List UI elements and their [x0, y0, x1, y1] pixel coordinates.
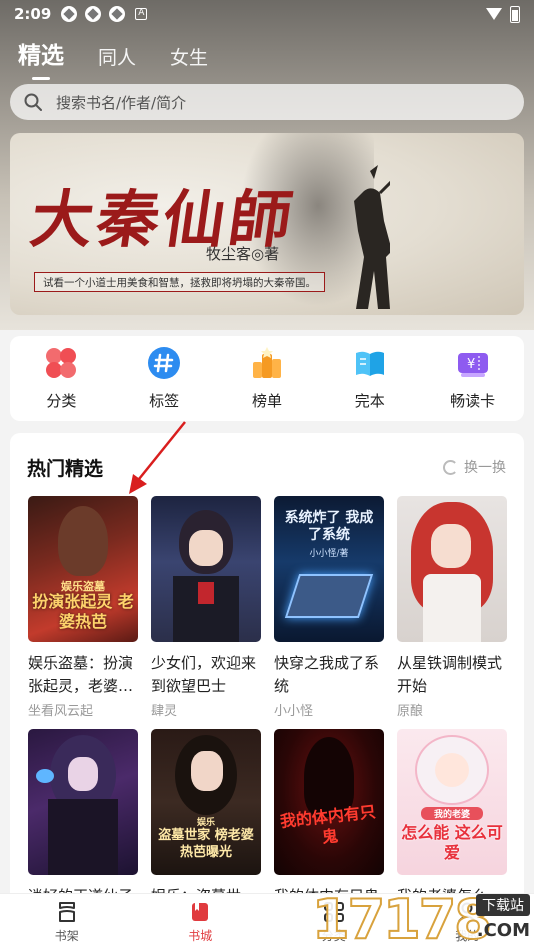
book-cover: 娱乐 盗墓世家 榜老婆热芭曝光 [151, 729, 261, 875]
book-cover: 娱乐盗墓 扮演张起灵 老婆热芭 [28, 496, 138, 642]
book-author: 小小怪 [274, 704, 314, 719]
nav-bookstore[interactable]: 书城 [160, 900, 240, 944]
book-card[interactable]: 从星铁调制模式开始 原酿 [397, 496, 507, 719]
cover-badge: 小小怪/著 [309, 549, 349, 559]
book-cover [28, 729, 138, 875]
book-cover [151, 496, 261, 642]
nav-category[interactable]: 分类 [294, 900, 374, 944]
book-cover: 系统炸了 我成了系统 小小怪/著 [274, 496, 384, 642]
a-badge-icon: A [135, 8, 148, 20]
book-author: 原酿 [397, 704, 424, 719]
book-title: 少女们，欢迎来到欲望巴士 [151, 654, 257, 695]
ticket-icon: ¥ [457, 353, 488, 377]
book-cover: 我的体内有只鬼 [274, 729, 384, 875]
cover-title: 盗墓世家 榜老婆热芭曝光 [158, 828, 254, 860]
character-face [431, 524, 471, 568]
status-time: 2:09 [14, 5, 52, 23]
bookshelf-icon [58, 902, 75, 922]
character-outfit [48, 799, 118, 875]
quick-item-label: 榜单 [251, 392, 282, 410]
ranking-icon [252, 347, 281, 378]
svg-text:¥: ¥ [467, 357, 475, 372]
cover-title: 我的体内有只鬼 [279, 802, 377, 847]
device-art [284, 574, 374, 618]
book-card[interactable]: 系统炸了 我成了系统 小小怪/著 快穿之我成了系统 小小怪 [274, 496, 384, 719]
character-face [191, 751, 223, 791]
quick-item-label: 畅读卡 [450, 392, 496, 410]
cover-title: 系统炸了 我成了系统 [284, 510, 374, 543]
refresh-label: 换一换 [464, 460, 506, 476]
quick-item-label: 分类 [46, 392, 77, 410]
hashtag-icon [148, 347, 181, 379]
hot-picks-section: 热门精选 换一换 娱乐盗墓 扮演张起灵 老婆热芭 娱乐盗墓：扮演张起灵，老婆… … [10, 433, 524, 928]
notification-icon [61, 6, 78, 22]
wifi-icon [486, 8, 502, 20]
cover-title: 怎么能 这么可爱 [401, 823, 503, 862]
tab-female[interactable]: 女生 [170, 43, 208, 70]
banner-author: 牧尘客◎著 [206, 245, 280, 263]
promo-banner[interactable]: 大秦仙師 牧尘客◎著 试看一个小道士用美食和智慧，拯救即将坍塌的大秦帝国。 [10, 133, 524, 315]
status-bar: 2:09 A [0, 0, 534, 28]
quick-item-tags[interactable]: 标签 [124, 346, 204, 411]
category-icon [46, 348, 77, 378]
book-card[interactable]: 娱乐盗墓 扮演张起灵 老婆热芭 娱乐盗墓：扮演张起灵，老婆… 坐看风云起 [28, 496, 138, 719]
butterfly-art [36, 769, 54, 783]
search-icon [24, 93, 42, 111]
bottom-navigation: 书架 书城 分类 我的 [0, 893, 534, 950]
open-book-icon [355, 351, 384, 376]
quick-item-ranking[interactable]: 榜单 [227, 346, 307, 411]
nav-profile[interactable]: 我的 [427, 900, 507, 944]
profile-icon [458, 902, 476, 922]
quick-item-completed[interactable]: 完本 [330, 346, 410, 411]
section-title: 热门精选 [27, 458, 104, 480]
search-input[interactable]: 搜索书名/作者/简介 [10, 84, 524, 120]
cover-title: 扮演张起灵 老婆热芭 [32, 592, 134, 631]
book-cover: 我的老婆 怎么能 这么可爱 [397, 729, 507, 875]
character-face [435, 753, 469, 787]
grid-icon [323, 902, 344, 922]
nav-label: 书城 [188, 929, 213, 943]
top-tabs: 精选 同人 女生 [18, 36, 208, 80]
quick-item-label: 完本 [354, 392, 385, 410]
quick-item-label: 标签 [149, 392, 180, 410]
bookstore-icon [192, 903, 209, 921]
search-placeholder: 搜索书名/作者/简介 [56, 93, 187, 112]
nav-label: 我的 [455, 929, 480, 943]
swordsman-silhouette-icon [354, 165, 390, 309]
notification-icon [85, 6, 102, 22]
refresh-button[interactable]: 换一换 [443, 457, 506, 477]
quick-item-category[interactable]: 分类 [21, 346, 101, 411]
battery-icon [510, 5, 520, 23]
book-author: 坐看风云起 [28, 704, 94, 719]
banner-tagline: 试看一个小道士用美食和智慧，拯救即将坍塌的大秦帝国。 [34, 272, 325, 292]
character-face [189, 530, 223, 566]
book-card[interactable]: 少女们，欢迎来到欲望巴士 肆灵 [151, 496, 261, 719]
book-title: 快穿之我成了系统 [274, 654, 380, 695]
book-title: 娱乐盗墓：扮演张起灵，老婆… [28, 654, 134, 695]
character-art [58, 506, 108, 576]
tab-fanfic[interactable]: 同人 [98, 43, 136, 70]
nav-bookshelf[interactable]: 书架 [27, 900, 107, 944]
book-author: 肆灵 [151, 704, 178, 719]
tab-featured[interactable]: 精选 [18, 36, 64, 80]
notification-icon [109, 6, 126, 22]
annotation-arrow-icon [129, 421, 186, 494]
book-title: 从星铁调制模式开始 [397, 654, 503, 695]
quick-menu: 分类 标签 榜单 完本 ¥ 畅读卡 [10, 336, 524, 421]
character-tie [198, 582, 214, 604]
nav-label: 书架 [54, 929, 79, 943]
cover-badge: 我的老婆 [421, 807, 483, 820]
refresh-icon [443, 459, 458, 475]
nav-label: 分类 [321, 929, 346, 943]
character-face [68, 757, 98, 791]
book-cover [397, 496, 507, 642]
quick-item-reading-card[interactable]: ¥ 畅读卡 [433, 346, 513, 411]
character-outfit [423, 574, 481, 642]
